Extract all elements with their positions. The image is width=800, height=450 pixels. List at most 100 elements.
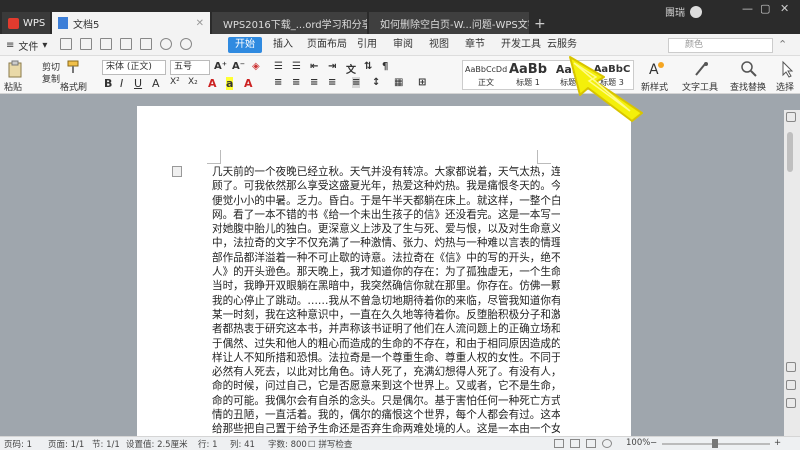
page-view-icon[interactable] bbox=[554, 439, 564, 448]
select-button[interactable]: 选择 bbox=[776, 80, 794, 93]
zoom-level[interactable]: 100% bbox=[626, 438, 650, 448]
user-account[interactable]: 團瑞 bbox=[665, 4, 702, 19]
highlight-icon[interactable]: a bbox=[226, 77, 234, 90]
status-page-count[interactable]: 页面: 1/1 bbox=[48, 438, 84, 450]
avatar[interactable] bbox=[690, 5, 702, 18]
align-left-icon[interactable]: ≡ bbox=[274, 77, 282, 88]
numbered-list-icon[interactable]: ☰ bbox=[292, 61, 301, 72]
document-text-line[interactable]: 几天前的一个夜晚已经立秋。天气并没有转凉。大家都说着，天气太热，连台风都不来光 bbox=[212, 165, 560, 179]
paragraph-handle-icon[interactable] bbox=[172, 166, 182, 177]
tab-page-layout[interactable]: 页面布局 bbox=[300, 37, 354, 53]
align-center-icon[interactable]: ≡ bbox=[292, 77, 300, 88]
undo-icon[interactable] bbox=[160, 38, 172, 50]
align-right-icon[interactable]: ≡ bbox=[310, 77, 318, 88]
zoom-slider-thumb[interactable] bbox=[712, 439, 718, 448]
document-text-line[interactable]: 于偶然、过失和他人的粗心而造成的生命的不存在，和由于相同原因造成的生命的存在，同 bbox=[212, 337, 560, 351]
close-window-icon[interactable]: ✕ bbox=[780, 2, 789, 15]
subscript-icon[interactable]: X₂ bbox=[188, 77, 198, 87]
find-replace-button[interactable]: 查找替换 bbox=[730, 80, 766, 93]
document-text-line[interactable]: 当时，我睁开双眼躺在黑暗中，我突然确信你就在那里。你存在。仿佛一颗原子弹射中了我… bbox=[212, 279, 560, 293]
document-text-line[interactable]: 人》的开头逊色。那天晚上，我才知道你的存在：为了孤独虚无，一个生命降临到世界。 bbox=[212, 265, 560, 279]
tab-document-5[interactable]: 文档5 ✕ bbox=[52, 12, 210, 34]
status-row[interactable]: 行: 1 bbox=[198, 438, 217, 450]
document-text-line[interactable]: 网。看了一本不错的书《给一个未出生孩子的信》还没看完。这是一本写一个未婚母亲 bbox=[212, 208, 560, 222]
web-layout-icon[interactable] bbox=[586, 439, 596, 448]
select-cursor-icon[interactable] bbox=[778, 60, 796, 78]
status-word-count[interactable]: 字数: 800 bbox=[268, 438, 307, 450]
spellcheck-toggle[interactable]: ☐ 拼写检查 bbox=[308, 438, 352, 450]
font-name-select[interactable]: 宋体 (正文) bbox=[102, 60, 166, 75]
new-tab-plus-icon[interactable]: + bbox=[534, 16, 546, 32]
close-icon[interactable]: ✕ bbox=[196, 18, 204, 29]
save-icon[interactable] bbox=[80, 38, 92, 50]
format-painter-button[interactable]: 格式刷 bbox=[60, 80, 87, 93]
document-text-line[interactable]: 顾了。可我依然那么享受这盛夏光年，热爱这种灼热。我是痛恨冬天的。今早起来洗漱时 bbox=[212, 179, 560, 193]
status-page-number[interactable]: 页码: 1 bbox=[4, 438, 32, 450]
tab-insert[interactable]: 插入 bbox=[266, 37, 300, 53]
ribbon-collapse-icon[interactable]: ⌃ bbox=[778, 38, 787, 51]
maximize-icon[interactable]: ▢ bbox=[760, 2, 770, 15]
zoom-in-icon[interactable]: + bbox=[774, 438, 781, 448]
chinese-layout-icon[interactable]: 文 bbox=[346, 61, 356, 76]
document-text-line[interactable]: 样让人不知所措和恐惧。法拉奇是一个尊重生命、尊重人权的女性。不同于伍尔夫，作品中 bbox=[212, 351, 560, 365]
paste-button[interactable]: 粘贴 bbox=[4, 80, 22, 93]
new-style-button[interactable]: 新样式 bbox=[641, 80, 668, 93]
paste-icon[interactable] bbox=[6, 60, 24, 78]
redo-icon[interactable] bbox=[180, 38, 192, 50]
bullet-list-icon[interactable]: ☰ bbox=[274, 61, 283, 72]
scrollbar-thumb[interactable] bbox=[787, 132, 793, 172]
text-color-icon[interactable]: A bbox=[244, 77, 253, 90]
clear-format-icon[interactable]: ◈ bbox=[252, 61, 260, 72]
full-screen-icon[interactable] bbox=[570, 439, 580, 448]
print-icon[interactable] bbox=[100, 38, 112, 50]
grow-font-icon[interactable]: A⁺ bbox=[214, 61, 227, 72]
find-replace-icon[interactable] bbox=[740, 60, 758, 78]
tab-chapter[interactable]: 章节 bbox=[458, 37, 492, 53]
justify-icon[interactable]: ≡ bbox=[328, 77, 336, 88]
minimize-icon[interactable]: — bbox=[742, 2, 753, 15]
status-section[interactable]: 节: 1/1 bbox=[92, 438, 120, 450]
increase-indent-icon[interactable]: ⇥ bbox=[328, 61, 336, 72]
search-input[interactable]: 颜色 bbox=[668, 38, 773, 53]
distributed-align-icon[interactable]: ≡ bbox=[352, 77, 361, 88]
document-text-line[interactable]: 部作品都洋溢着一种不可止歇的诗意。法拉奇在《信》中的写的开头，绝不比杜拉斯《情 bbox=[212, 251, 560, 265]
tab-review[interactable]: 审阅 bbox=[386, 37, 420, 53]
export-pdf-icon[interactable] bbox=[140, 38, 152, 50]
italic-icon[interactable]: I bbox=[120, 77, 123, 90]
document-text-line[interactable]: 中，法拉奇的文字不仅充满了一种激情、张力、灼热与一种难以言表的情理的冲突，而且整 bbox=[212, 236, 560, 250]
open-icon[interactable] bbox=[60, 38, 72, 50]
show-marks-icon[interactable]: ¶ bbox=[382, 61, 388, 72]
document-text-line[interactable]: 某一时刻，我在这种意识中，一直在久久地等待着你。反堕胎积极分子和激进的女权主义 bbox=[212, 308, 560, 322]
print-preview-icon[interactable] bbox=[120, 38, 132, 50]
style-heading-1[interactable]: AaBb 标题 1 bbox=[507, 63, 549, 89]
font-size-select[interactable]: 五号 bbox=[170, 60, 210, 75]
document-text-line[interactable]: 必然有人死去，以此对比角色。诗人死了，充满幻想得人死了。有没有人，在创造一个生 bbox=[212, 365, 560, 379]
wps-home-tab[interactable]: WPS bbox=[2, 12, 50, 34]
zoom-out-icon[interactable]: − bbox=[650, 438, 657, 448]
document-text-line[interactable]: 命的可能。我偶尔会有自杀的念头。只是偶尔。基于害怕任何一种死亡方式的疼痛和死亡表 bbox=[212, 394, 560, 408]
sort-icon[interactable]: ⇅ bbox=[364, 61, 372, 72]
font-effect-icon[interactable]: A bbox=[152, 77, 160, 90]
scroll-up-icon[interactable] bbox=[786, 112, 796, 122]
superscript-icon[interactable]: X² bbox=[170, 77, 180, 87]
copy-button[interactable]: 复制 bbox=[42, 72, 60, 85]
bold-icon[interactable]: B bbox=[104, 77, 112, 90]
shrink-font-icon[interactable]: A⁻ bbox=[232, 61, 245, 72]
status-column[interactable]: 列: 41 bbox=[230, 438, 255, 450]
tab-references[interactable]: 引用 bbox=[350, 37, 384, 53]
document-text-line[interactable]: 我的心停止了跳动。……我从不曾急切地期待着你的来临，尽管我知道你有一天终会存在于 bbox=[212, 294, 560, 308]
tab-cloud-service[interactable]: 云服务 bbox=[540, 37, 584, 53]
document-text-line[interactable]: 情的丑陋，一直活着。我的，偶尔的痛恨这个世界，每个人都会有过。这本书是法拉奇献 bbox=[212, 408, 560, 422]
document-text-line[interactable]: 命的时候，问过自己，它是否愿意来到这个世界上。又或者，它不是生命，而仅仅是一种生 bbox=[212, 379, 560, 393]
tab-delete-blank-page[interactable]: 如何删除空白页-W...问题-WPS文字- ✕ bbox=[369, 12, 529, 34]
line-spacing-icon[interactable]: ↕ bbox=[372, 77, 380, 88]
document-text-line[interactable]: 者都热衷于研究这本书，并声称该书证明了他们在人流问题上的正确立场和观点。即种由 bbox=[212, 322, 560, 336]
style-normal[interactable]: AaBbCcDd 正文 bbox=[465, 63, 507, 89]
document-text-line[interactable]: 给那些把自己置于给予生命还是否弃生命两难处境的人。这是一本由一个女人献给世界上 bbox=[212, 422, 560, 436]
new-style-icon[interactable]: A bbox=[647, 60, 665, 78]
tab-view[interactable]: 视图 bbox=[422, 37, 456, 53]
tab-wps2016[interactable]: WPS2016下载_...ord学习和分享平台 bbox=[212, 12, 367, 34]
document-text-line[interactable]: 便觉小小的中暑。乏力。昏白。于是午半天都躺在床上。就这样，一整个白天都没起来上 bbox=[212, 194, 560, 208]
underline-icon[interactable]: U bbox=[134, 77, 142, 90]
select-browse-object-icon[interactable] bbox=[786, 380, 796, 390]
